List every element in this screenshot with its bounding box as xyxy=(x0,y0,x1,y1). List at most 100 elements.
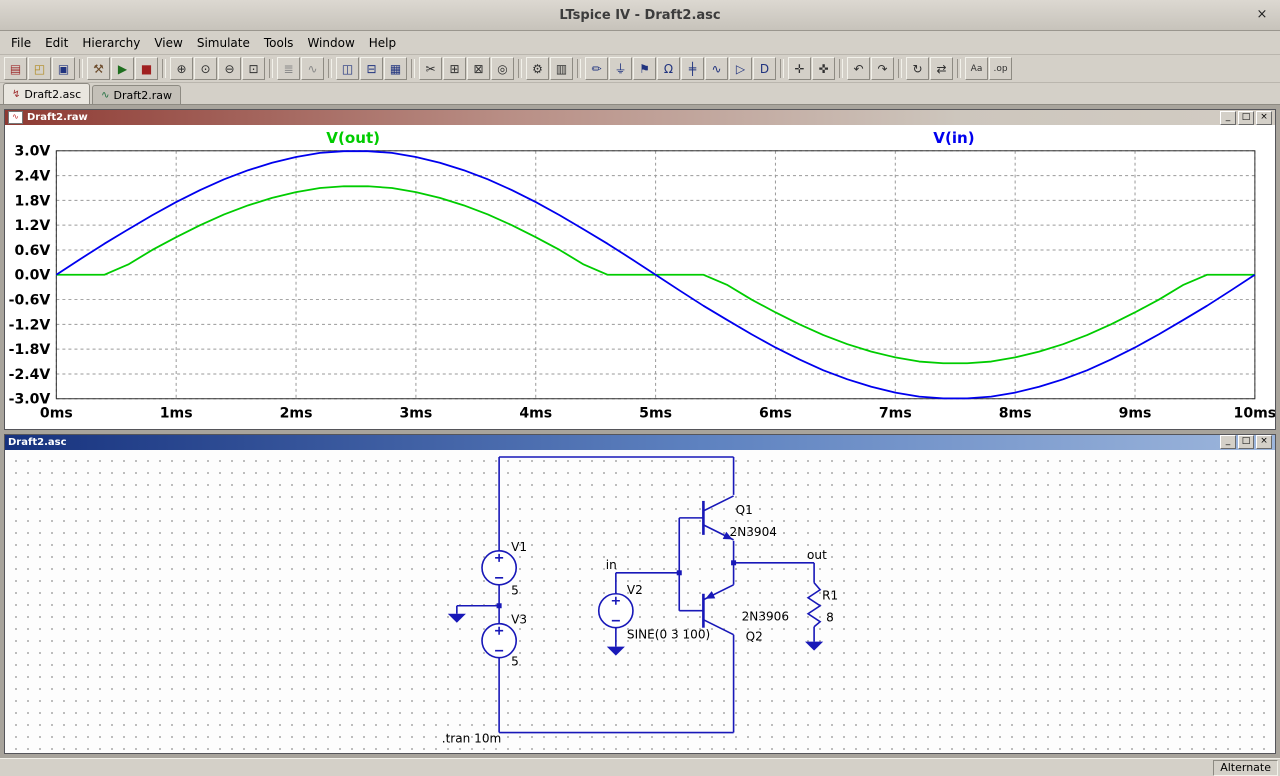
r1-value[interactable]: 8 xyxy=(826,610,834,624)
r1-ref[interactable]: R1 xyxy=(822,588,838,602)
waveform-titlebar[interactable]: ∿ Draft2.raw _ □ × xyxy=(5,110,1275,125)
place-ground-icon[interactable]: ⏚ xyxy=(609,57,632,80)
visible-traces-icon[interactable]: ∿ xyxy=(301,57,324,80)
tile-vertically-icon[interactable]: ◫ xyxy=(336,57,359,80)
ground-icon[interactable] xyxy=(606,646,625,656)
q2-ref[interactable]: Q2 xyxy=(746,629,763,643)
zoom-full-extents-icon[interactable]: ⊡ xyxy=(242,57,265,80)
close-button[interactable]: × xyxy=(1256,435,1272,449)
menu-window[interactable]: Window xyxy=(300,33,361,53)
tile-horizontally-icon[interactable]: ⊟ xyxy=(360,57,383,80)
paste-icon[interactable]: ⊠ xyxy=(467,57,490,80)
place-component-icon[interactable]: D xyxy=(753,57,776,80)
redo-icon[interactable]: ↷ xyxy=(871,57,894,80)
menu-hierarchy[interactable]: Hierarchy xyxy=(75,33,147,53)
schematic-canvas[interactable]: V1 5 V3 5 V2 SINE(0 3 100) Q1 2N3904 2N3… xyxy=(5,450,1275,754)
maximize-button[interactable]: □ xyxy=(1238,435,1254,449)
zoom-back-icon[interactable]: ⊙ xyxy=(194,57,217,80)
v3-ref[interactable]: V3 xyxy=(511,612,527,626)
y-tick-label: 0.6V xyxy=(14,243,50,259)
spice-directive-icon[interactable]: .op xyxy=(989,57,1012,80)
tab-file-icon: ↯ xyxy=(12,88,21,100)
legend-V(out)[interactable]: V(out) xyxy=(326,129,380,147)
component-v3[interactable] xyxy=(481,622,518,658)
v1-ref[interactable]: V1 xyxy=(511,539,527,553)
statusbar: Alternate xyxy=(0,758,1280,776)
menu-view[interactable]: View xyxy=(147,33,189,53)
x-tick-label: 8ms xyxy=(999,406,1032,422)
q2-value[interactable]: 2N3906 xyxy=(742,609,789,623)
rotate-icon[interactable]: ↻ xyxy=(906,57,929,80)
menu-tools[interactable]: Tools xyxy=(257,33,301,53)
run-simulation-icon[interactable]: ▶ xyxy=(111,57,134,80)
x-tick-label: 5ms xyxy=(639,406,672,422)
schematic-titlebar[interactable]: Draft2.asc _ □ × xyxy=(5,434,1275,450)
menu-edit[interactable]: Edit xyxy=(38,33,75,53)
y-tick-label: 1.2V xyxy=(14,218,50,234)
legend-V(in)[interactable]: V(in) xyxy=(933,129,974,147)
x-tick-label: 9ms xyxy=(1119,406,1152,422)
y-tick-label: -2.4V xyxy=(9,367,51,383)
window-titlebar: LTspice IV - Draft2.asc × xyxy=(0,0,1280,31)
v2-ref[interactable]: V2 xyxy=(627,582,643,596)
undo-icon[interactable]: ↶ xyxy=(847,57,870,80)
cascade-windows-icon[interactable]: ▦ xyxy=(384,57,407,80)
maximize-button[interactable]: □ xyxy=(1238,110,1254,125)
find-icon[interactable]: ◎ xyxy=(491,57,514,80)
place-inductor-icon[interactable]: ∿ xyxy=(705,57,728,80)
print-icon[interactable]: ▥ xyxy=(550,57,573,80)
zoom-in-icon[interactable]: ⊕ xyxy=(170,57,193,80)
window-close-button[interactable]: × xyxy=(1254,7,1270,23)
tab-file-icon: ∿ xyxy=(101,89,110,101)
save-icon[interactable]: ▣ xyxy=(52,57,75,80)
waveform-plot[interactable]: 3.0V 2.4V 1.8V 1.2V 0.6V 0.0V -0.6V -1.2V -1.8V -… xyxy=(5,125,1275,429)
control-panel-icon[interactable]: ⚒ xyxy=(87,57,110,80)
minimize-button[interactable]: _ xyxy=(1220,110,1236,125)
move-icon[interactable]: ✛ xyxy=(788,57,811,80)
tab-draft2.asc[interactable]: ↯ Draft2.asc xyxy=(3,83,91,104)
halt-simulation-icon[interactable]: ■ xyxy=(135,57,158,80)
v2-value[interactable]: SINE(0 3 100) xyxy=(627,627,710,641)
menu-help[interactable]: Help xyxy=(362,33,403,53)
mirror-icon[interactable]: ⇄ xyxy=(930,57,953,80)
place-capacitor-icon[interactable]: ╪ xyxy=(681,57,704,80)
zoom-out-icon[interactable]: ⊖ xyxy=(218,57,241,80)
print-setup-icon[interactable]: ⚙ xyxy=(526,57,549,80)
add-text-icon[interactable]: Aa xyxy=(965,57,988,80)
spice-directive-text[interactable]: .tran 10m xyxy=(442,731,502,745)
net-label-in[interactable]: in xyxy=(606,557,617,571)
spice-netlist-icon[interactable]: ≣ xyxy=(277,57,300,80)
drag-icon[interactable]: ✜ xyxy=(812,57,835,80)
net-label-out[interactable]: out xyxy=(807,547,827,561)
menu-file[interactable]: File xyxy=(4,33,38,53)
q1-ref[interactable]: Q1 xyxy=(736,502,753,516)
q1-value[interactable]: 2N3904 xyxy=(730,524,777,538)
component-r1[interactable] xyxy=(806,581,822,627)
place-net-label-icon[interactable]: ⚑ xyxy=(633,57,656,80)
component-v2[interactable] xyxy=(597,592,634,629)
ground-icon[interactable] xyxy=(805,641,824,651)
place-diode-icon[interactable]: ▷ xyxy=(729,57,752,80)
cut-icon[interactable]: ✂ xyxy=(419,57,442,80)
place-resistor-icon[interactable]: Ω xyxy=(657,57,680,80)
ground-icon[interactable] xyxy=(447,613,466,623)
schematic-pane[interactable]: V1 5 V3 5 V2 SINE(0 3 100) Q1 2N3904 2N3… xyxy=(5,449,1275,754)
solver-mode-indicator: Alternate xyxy=(1213,759,1278,776)
y-tick-label: -1.8V xyxy=(9,342,51,358)
draw-wire-icon[interactable]: ✏ xyxy=(585,57,608,80)
junction-dot xyxy=(731,559,737,565)
minimize-button[interactable]: _ xyxy=(1220,435,1236,449)
copy-icon[interactable]: ⊞ xyxy=(443,57,466,80)
tab-draft2.raw[interactable]: ∿ Draft2.raw xyxy=(92,85,182,104)
y-tick-label: 0.0V xyxy=(14,268,50,284)
close-button[interactable]: × xyxy=(1256,110,1272,125)
menu-simulate[interactable]: Simulate xyxy=(190,33,257,53)
v3-value[interactable]: 5 xyxy=(511,654,519,668)
component-v1[interactable] xyxy=(481,549,518,586)
open-file-icon[interactable]: ◰ xyxy=(28,57,51,80)
r1-body[interactable] xyxy=(806,581,822,627)
junction-dot xyxy=(676,569,682,575)
waveform-pane[interactable]: 3.0V 2.4V 1.8V 1.2V 0.6V 0.0V -0.6V -1.2V -1.8V -… xyxy=(5,125,1275,429)
new-schematic-icon[interactable]: ▤ xyxy=(4,57,27,80)
v1-value[interactable]: 5 xyxy=(511,583,519,597)
